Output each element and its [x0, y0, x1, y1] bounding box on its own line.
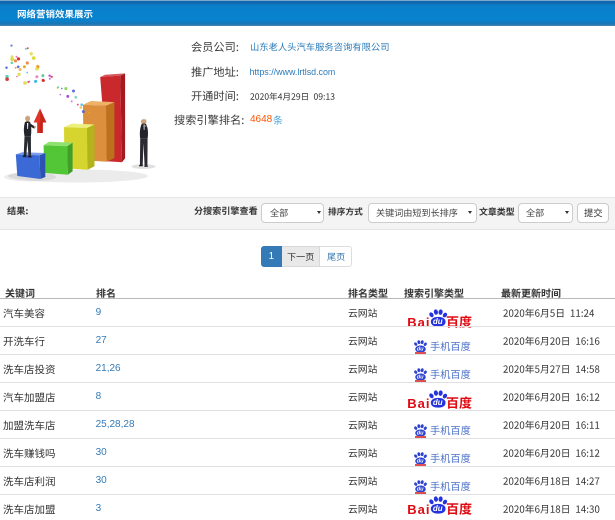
- svg-text:du: du: [433, 398, 443, 407]
- svg-text:du: du: [433, 504, 443, 513]
- svg-text:du: du: [433, 317, 443, 326]
